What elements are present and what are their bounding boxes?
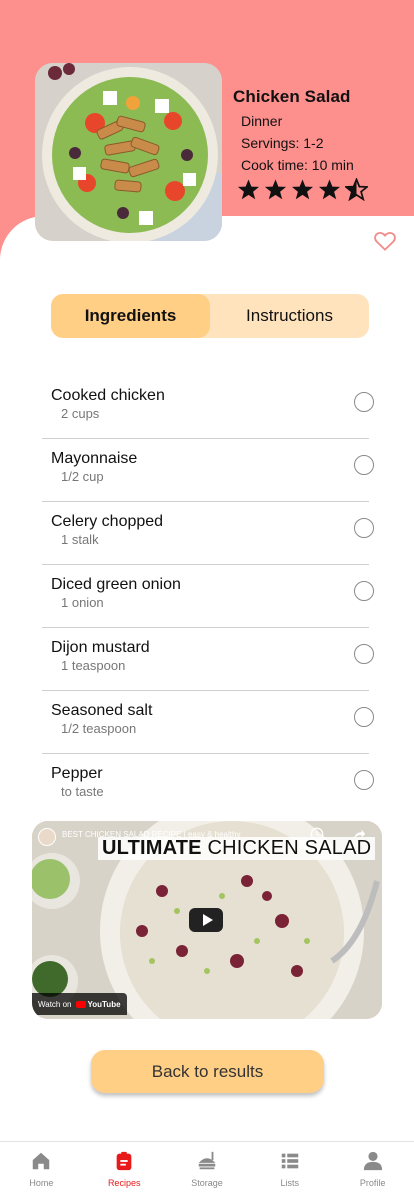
ingredient-row: Seasoned salt 1/2 teaspoon	[42, 691, 374, 754]
home-icon	[33, 1152, 50, 1170]
tab-ingredients[interactable]: Ingredients	[51, 294, 210, 338]
nav-lists[interactable]: Lists	[248, 1142, 331, 1196]
nav-label: Recipes	[107, 1178, 141, 1188]
nav-label: Home	[29, 1178, 54, 1188]
ingredient-checkbox[interactable]	[354, 644, 374, 664]
ingredient-quantity: 2 cups	[61, 406, 100, 421]
ingredient-checkbox[interactable]	[354, 770, 374, 790]
star-icon	[264, 179, 287, 200]
ingredient-checkbox[interactable]	[354, 707, 374, 727]
ingredient-checkbox[interactable]	[354, 392, 374, 412]
ingredient-quantity: 1 stalk	[61, 532, 99, 547]
nav-storage[interactable]: Storage	[166, 1142, 249, 1196]
ingredient-list: Cooked chicken 2 cups Mayonnaise 1/2 cup…	[42, 376, 374, 817]
star-icon	[237, 179, 260, 200]
nav-profile[interactable]: Profile	[331, 1142, 414, 1196]
ingredient-name: Seasoned salt	[51, 702, 153, 719]
watch-on-youtube[interactable]: Watch on YouTube	[32, 993, 127, 1015]
ingredient-checkbox[interactable]	[354, 518, 374, 538]
channel-avatar[interactable]	[38, 828, 56, 846]
ingredient-quantity: 1/2 teaspoon	[61, 721, 137, 736]
ingredient-row: Celery chopped 1 stalk	[42, 502, 374, 565]
video-title-bold: ULTIMATE	[102, 837, 202, 859]
ingredient-name: Pepper	[51, 765, 103, 782]
favorite-heart-icon[interactable]	[374, 231, 396, 251]
youtube-icon	[75, 1000, 86, 1008]
ingredient-row: Dijon mustard 1 teaspoon	[42, 628, 374, 691]
nav-home[interactable]: Home	[0, 1142, 83, 1196]
video-title-rest: CHICKEN SALAD	[207, 837, 372, 859]
ingredient-checkbox[interactable]	[354, 581, 374, 601]
salad-image	[35, 63, 222, 241]
ingredient-quantity: 1/2 cup	[61, 469, 104, 484]
ingredient-row: Pepper to taste	[42, 754, 374, 817]
back-to-results-button[interactable]: Back to results	[91, 1050, 324, 1093]
ingredient-row: Cooked chicken 2 cups	[42, 376, 374, 439]
ingredient-quantity: to taste	[61, 784, 104, 799]
bottom-navigation: Home Recipes Storage Lists Profile	[0, 1141, 414, 1196]
video-title: ULTIMATE CHICKEN SALAD	[98, 837, 376, 860]
nav-recipes[interactable]: Recipes	[83, 1142, 166, 1196]
recipe-servings: Servings: 1-2	[241, 135, 324, 151]
recipe-cook-time: Cook time: 10 min	[241, 157, 354, 173]
profile-icon	[363, 1151, 382, 1171]
ingredient-checkbox[interactable]	[354, 455, 374, 475]
recipe-video[interactable]: BEST CHICKEN SALAD RECIPE | easy & healt…	[32, 821, 382, 1019]
recipe-tabs: Ingredients Instructions	[51, 294, 369, 338]
ingredient-name: Cooked chicken	[51, 387, 165, 404]
ingredient-name: Diced green onion	[51, 576, 181, 593]
ingredient-row: Mayonnaise 1/2 cup	[42, 439, 374, 502]
recipe-meal-type: Dinner	[241, 113, 283, 129]
star-icon	[291, 179, 314, 200]
ingredient-quantity: 1 onion	[61, 595, 104, 610]
rating-stars	[237, 178, 368, 201]
recipe-photo	[35, 63, 222, 241]
ingredient-name: Mayonnaise	[51, 450, 138, 467]
ingredient-name: Celery chopped	[51, 513, 164, 530]
recipes-icon	[116, 1151, 132, 1171]
half-star-icon	[345, 178, 368, 201]
lists-icon	[281, 1153, 299, 1169]
nav-label: Profile	[359, 1178, 386, 1188]
nav-label: Storage	[191, 1178, 223, 1188]
play-button[interactable]	[189, 908, 223, 932]
storage-icon	[198, 1151, 216, 1170]
ingredient-row: Diced green onion 1 onion	[42, 565, 374, 628]
recipe-title: Chicken Salad	[233, 87, 351, 106]
youtube-logo: YouTube	[75, 999, 121, 1009]
ingredient-name: Dijon mustard	[51, 639, 150, 656]
youtube-label: YouTube	[87, 999, 121, 1009]
tab-instructions[interactable]: Instructions	[210, 294, 369, 338]
watch-on-label: Watch on	[38, 999, 72, 1009]
nav-label: Lists	[280, 1178, 300, 1188]
ingredient-quantity: 1 teaspoon	[61, 658, 126, 673]
star-icon	[318, 179, 341, 200]
recipe-info: Chicken Salad Dinner Servings: 1-2 Cook …	[233, 87, 413, 173]
